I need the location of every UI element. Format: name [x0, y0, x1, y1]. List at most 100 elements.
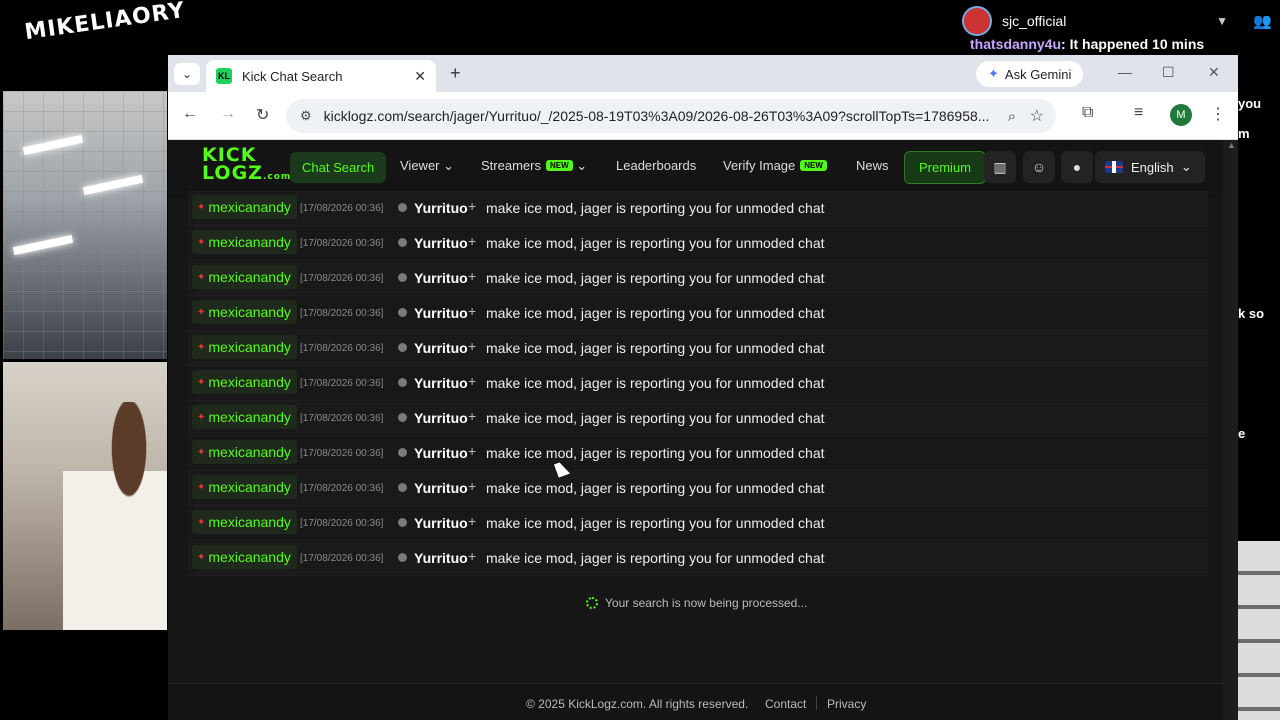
stats-icon[interactable]: ▥: [984, 151, 1016, 183]
status-dot-icon: [398, 553, 407, 562]
chat-user-badge[interactable]: ✦ mexicanandy: [192, 265, 297, 289]
nav-viewer[interactable]: Viewer ⌄: [400, 158, 454, 174]
privacy-link[interactable]: Privacy: [827, 697, 866, 711]
channel-name[interactable]: Yurrituo: [414, 270, 468, 286]
uk-flag-icon: [1105, 161, 1123, 173]
processing-status: Your search is now being processed...: [586, 596, 807, 610]
minimize-icon[interactable]: —: [1118, 64, 1132, 80]
nav-chat-search[interactable]: Chat Search: [290, 152, 387, 183]
channel-name[interactable]: Yurrituo: [414, 340, 468, 356]
channel-name[interactable]: Yurrituo: [414, 550, 468, 566]
account-icon[interactable]: ●: [1061, 151, 1093, 183]
timestamp: [17/08/2026 00:36]: [300, 483, 384, 494]
stream-logo: MIKELIAORY: [23, 0, 187, 46]
people-icon[interactable]: 👥: [1253, 12, 1272, 30]
site-settings-icon[interactable]: ⚙: [300, 108, 312, 124]
nav-verify-image[interactable]: Verify Image NEW: [723, 158, 827, 173]
chat-result-row[interactable]: ✦ mexicanandy [17/08/2026 00:36] Yurrituo + m…: [188, 226, 1208, 261]
channel-name[interactable]: Yurrituo: [414, 375, 468, 391]
plus-icon: +: [468, 478, 477, 494]
chat-user-badge[interactable]: ✦ mexicanandy: [192, 230, 297, 254]
chat-user-badge[interactable]: ✦ mexicanandy: [192, 475, 297, 499]
chat-message-text: make ice mod, jager is reporting you for…: [486, 550, 825, 566]
contact-link[interactable]: Contact: [765, 697, 806, 711]
kicklogz-logo[interactable]: KICK LOGZ.com: [202, 146, 290, 186]
chat-username: mexicanandy: [208, 234, 291, 250]
timestamp: [17/08/2026 00:36]: [300, 343, 384, 354]
chat-result-row[interactable]: ✦ mexicanandy [17/08/2026 00:36] Yurrituo + m…: [188, 191, 1208, 226]
chat-user-badge[interactable]: ✦ mexicanandy: [192, 195, 297, 219]
timestamp: [17/08/2026 00:36]: [300, 553, 384, 564]
timestamp: [17/08/2026 00:36]: [300, 518, 384, 529]
chat-username: thatsdanny4u: [970, 36, 1062, 52]
channel-name[interactable]: Yurrituo: [414, 410, 468, 426]
window-close-icon[interactable]: ✕: [1208, 64, 1220, 81]
chat-message-text: make ice mod, jager is reporting you for…: [486, 375, 825, 391]
chat-result-row[interactable]: ✦ mexicanandy [17/08/2026 00:36] Yurrituo + m…: [188, 541, 1208, 576]
chat-user-badge[interactable]: ✦ mexicanandy: [192, 510, 297, 534]
chat-user-badge[interactable]: ✦ mexicanandy: [192, 300, 297, 324]
tab-search-icon[interactable]: ⌄: [174, 63, 200, 85]
channel-name[interactable]: Yurrituo: [414, 235, 468, 251]
menu-icon[interactable]: ⋮: [1210, 104, 1226, 124]
profile-avatar[interactable]: M: [1170, 104, 1192, 126]
chat-result-row[interactable]: ✦ mexicanandy [17/08/2026 00:36] Yurrituo + m…: [188, 401, 1208, 436]
chat-result-row[interactable]: ✦ mexicanandy [17/08/2026 00:36] Yurrituo + m…: [188, 331, 1208, 366]
plus-icon: +: [468, 513, 477, 529]
moderator-badge-icon: ✦: [197, 516, 206, 528]
premium-button[interactable]: Premium: [904, 151, 987, 184]
language-select[interactable]: English ⌄: [1095, 151, 1205, 183]
new-tab-icon[interactable]: +: [450, 63, 461, 84]
maximize-icon[interactable]: ☐: [1162, 64, 1175, 81]
chat-username: mexicanandy: [208, 444, 291, 460]
chat-user-badge[interactable]: ✦ mexicanandy: [192, 370, 297, 394]
chat-message-text: make ice mod, jager is reporting you for…: [486, 200, 825, 216]
stream-username: sjc_official: [1002, 13, 1067, 29]
channel-name[interactable]: Yurrituo: [414, 200, 468, 216]
channel-name[interactable]: Yurrituo: [414, 515, 468, 531]
nav-leaderboards[interactable]: Leaderboards: [616, 158, 696, 173]
plus-icon: +: [468, 233, 477, 249]
chat-result-row[interactable]: ✦ mexicanandy [17/08/2026 00:36] Yurrituo + m…: [188, 506, 1208, 541]
stream-user-header[interactable]: sjc_official ▼ 👥: [962, 4, 1280, 38]
chat-result-row[interactable]: ✦ mexicanandy [17/08/2026 00:36] Yurrituo + m…: [188, 261, 1208, 296]
chat-result-row[interactable]: ✦ mexicanandy [17/08/2026 00:36] Yurrituo + m…: [188, 366, 1208, 401]
page-scrollbar[interactable]: ▲: [1223, 140, 1238, 720]
media-icon[interactable]: ≡: [1134, 104, 1143, 122]
forward-icon[interactable]: →: [220, 105, 236, 123]
timestamp: [17/08/2026 00:36]: [300, 273, 384, 284]
tab-kick-chat-search[interactable]: KL Kick Chat Search ✕: [206, 60, 436, 92]
nav-streamers[interactable]: Streamers NEW ⌄: [481, 158, 587, 174]
chat-result-row[interactable]: ✦ mexicanandy [17/08/2026 00:36] Yurrituo + m…: [188, 296, 1208, 331]
status-dot-icon: [398, 308, 407, 317]
close-icon[interactable]: ✕: [414, 68, 426, 85]
search-icon[interactable]: ⌕: [1008, 108, 1016, 125]
chat-result-row[interactable]: ✦ mexicanandy [17/08/2026 00:36] Yurrituo + m…: [188, 436, 1208, 471]
chat-user-badge[interactable]: ✦ mexicanandy: [192, 405, 297, 429]
discord-icon[interactable]: ☺: [1023, 151, 1055, 183]
timestamp: [17/08/2026 00:36]: [300, 238, 384, 249]
reload-icon[interactable]: ↻: [256, 105, 269, 125]
status-dot-icon: [398, 273, 407, 282]
channel-name[interactable]: Yurrituo: [414, 480, 468, 496]
nav-news[interactable]: News: [856, 158, 889, 173]
back-icon[interactable]: ←: [182, 105, 198, 123]
chat-user-badge[interactable]: ✦ mexicanandy: [192, 440, 297, 464]
bookmark-star-icon[interactable]: ☆: [1030, 106, 1044, 126]
screen: MIKELIAORY sjc_official ▼ 👥 thatsdanny4u…: [0, 0, 1280, 720]
url-field[interactable]: ⚙ kicklogz.com/search/jager/Yurrituo/_/2…: [286, 99, 1056, 133]
loading-spinner-icon: [586, 597, 598, 609]
chat-username: mexicanandy: [208, 409, 291, 425]
chevron-down-icon[interactable]: ▼: [1216, 14, 1228, 28]
chat-user-badge[interactable]: ✦ mexicanandy: [192, 545, 297, 569]
chat-username: mexicanandy: [208, 339, 291, 355]
channel-name[interactable]: Yurrituo: [414, 445, 468, 461]
chat-user-badge[interactable]: ✦ mexicanandy: [192, 335, 297, 359]
webcam-top: [3, 91, 167, 359]
ask-gemini-button[interactable]: ✦ Ask Gemini: [976, 61, 1084, 87]
chat-result-row[interactable]: ✦ mexicanandy [17/08/2026 00:36] Yurrituo + m…: [188, 471, 1208, 506]
plus-icon: +: [468, 548, 477, 564]
channel-name[interactable]: Yurrituo: [414, 305, 468, 321]
extensions-icon[interactable]: ⧉: [1082, 104, 1093, 122]
plus-icon: +: [468, 408, 477, 424]
